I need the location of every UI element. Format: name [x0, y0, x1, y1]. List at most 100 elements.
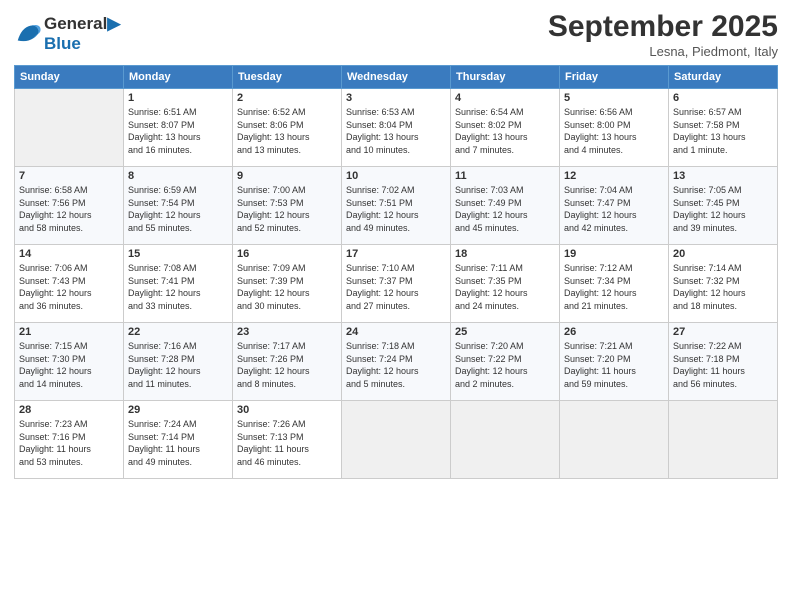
day-info: Sunrise: 7:18 AM Sunset: 7:24 PM Dayligh…: [346, 340, 446, 390]
day-info: Sunrise: 6:52 AM Sunset: 8:06 PM Dayligh…: [237, 106, 337, 156]
day-number: 30: [237, 404, 337, 416]
day-cell: [560, 401, 669, 479]
day-info: Sunrise: 7:09 AM Sunset: 7:39 PM Dayligh…: [237, 262, 337, 312]
day-info: Sunrise: 7:24 AM Sunset: 7:14 PM Dayligh…: [128, 418, 228, 468]
day-cell: 29 Sunrise: 7:24 AM Sunset: 7:14 PM Dayli…: [124, 401, 233, 479]
day-cell: 25 Sunrise: 7:20 AM Sunset: 7:22 PM Dayli…: [451, 323, 560, 401]
weekday-header-saturday: Saturday: [669, 66, 778, 89]
day-info: Sunrise: 6:58 AM Sunset: 7:56 PM Dayligh…: [19, 184, 119, 234]
day-cell: 30 Sunrise: 7:26 AM Sunset: 7:13 PM Dayli…: [233, 401, 342, 479]
logo: General▶ Blue: [14, 14, 120, 53]
day-cell: 11 Sunrise: 7:03 AM Sunset: 7:49 PM Dayli…: [451, 167, 560, 245]
day-cell: 7 Sunrise: 6:58 AM Sunset: 7:56 PM Daylig…: [15, 167, 124, 245]
day-info: Sunrise: 7:17 AM Sunset: 7:26 PM Dayligh…: [237, 340, 337, 390]
day-cell: 16 Sunrise: 7:09 AM Sunset: 7:39 PM Dayli…: [233, 245, 342, 323]
weekday-header-wednesday: Wednesday: [342, 66, 451, 89]
day-info: Sunrise: 7:12 AM Sunset: 7:34 PM Dayligh…: [564, 262, 664, 312]
day-cell: 18 Sunrise: 7:11 AM Sunset: 7:35 PM Dayli…: [451, 245, 560, 323]
day-cell: 17 Sunrise: 7:10 AM Sunset: 7:37 PM Dayli…: [342, 245, 451, 323]
day-cell: 19 Sunrise: 7:12 AM Sunset: 7:34 PM Dayli…: [560, 245, 669, 323]
day-info: Sunrise: 6:54 AM Sunset: 8:02 PM Dayligh…: [455, 106, 555, 156]
day-number: 17: [346, 248, 446, 260]
day-info: Sunrise: 7:20 AM Sunset: 7:22 PM Dayligh…: [455, 340, 555, 390]
header: General▶ Blue September 2025 Lesna, Pied…: [14, 10, 778, 59]
day-cell: 8 Sunrise: 6:59 AM Sunset: 7:54 PM Daylig…: [124, 167, 233, 245]
day-number: 22: [128, 326, 228, 338]
day-cell: 1 Sunrise: 6:51 AM Sunset: 8:07 PM Daylig…: [124, 89, 233, 167]
day-cell: 24 Sunrise: 7:18 AM Sunset: 7:24 PM Dayli…: [342, 323, 451, 401]
day-number: 14: [19, 248, 119, 260]
day-number: 8: [128, 170, 228, 182]
day-cell: 27Sunrise: 7:22 AM Sunset: 7:18 PM Dayli…: [669, 323, 778, 401]
day-number: 2: [237, 92, 337, 104]
day-info: Sunrise: 6:57 AM Sunset: 7:58 PM Dayligh…: [673, 106, 773, 156]
day-number: 19: [564, 248, 664, 260]
location-subtitle: Lesna, Piedmont, Italy: [548, 44, 778, 59]
day-cell: 21Sunrise: 7:15 AM Sunset: 7:30 PM Dayli…: [15, 323, 124, 401]
day-info: Sunrise: 7:00 AM Sunset: 7:53 PM Dayligh…: [237, 184, 337, 234]
weekday-header-tuesday: Tuesday: [233, 66, 342, 89]
day-info: Sunrise: 7:06 AM Sunset: 7:43 PM Dayligh…: [19, 262, 119, 312]
day-info: Sunrise: 7:05 AM Sunset: 7:45 PM Dayligh…: [673, 184, 773, 234]
logo-text: General▶ Blue: [44, 14, 120, 53]
day-number: 24: [346, 326, 446, 338]
day-number: 5: [564, 92, 664, 104]
day-number: 9: [237, 170, 337, 182]
month-title: September 2025: [548, 10, 778, 44]
day-info: Sunrise: 7:04 AM Sunset: 7:47 PM Dayligh…: [564, 184, 664, 234]
day-info: Sunrise: 7:03 AM Sunset: 7:49 PM Dayligh…: [455, 184, 555, 234]
day-number: 3: [346, 92, 446, 104]
week-row-5: 28Sunrise: 7:23 AM Sunset: 7:16 PM Dayli…: [15, 401, 778, 479]
day-info: Sunrise: 7:16 AM Sunset: 7:28 PM Dayligh…: [128, 340, 228, 390]
day-number: 6: [673, 92, 773, 104]
day-cell: 6 Sunrise: 6:57 AM Sunset: 7:58 PM Daylig…: [669, 89, 778, 167]
day-cell: 4 Sunrise: 6:54 AM Sunset: 8:02 PM Daylig…: [451, 89, 560, 167]
day-info: Sunrise: 7:26 AM Sunset: 7:13 PM Dayligh…: [237, 418, 337, 468]
day-cell: 5 Sunrise: 6:56 AM Sunset: 8:00 PM Daylig…: [560, 89, 669, 167]
day-cell: 22 Sunrise: 7:16 AM Sunset: 7:28 PM Dayli…: [124, 323, 233, 401]
day-cell: 14 Sunrise: 7:06 AM Sunset: 7:43 PM Dayli…: [15, 245, 124, 323]
day-number: 23: [237, 326, 337, 338]
day-info: Sunrise: 7:08 AM Sunset: 7:41 PM Dayligh…: [128, 262, 228, 312]
day-number: 13: [673, 170, 773, 182]
day-number: 7: [19, 170, 119, 182]
week-row-3: 14 Sunrise: 7:06 AM Sunset: 7:43 PM Dayli…: [15, 245, 778, 323]
day-number: 10: [346, 170, 446, 182]
day-info: Sunrise: 6:56 AM Sunset: 8:00 PM Dayligh…: [564, 106, 664, 156]
day-info: Sunrise: 7:21 AM Sunset: 7:20 PM Dayligh…: [564, 340, 664, 390]
calendar-table: SundayMondayTuesdayWednesdayThursdayFrid…: [14, 65, 778, 479]
day-number: 12: [564, 170, 664, 182]
day-cell: 20Sunrise: 7:14 AM Sunset: 7:32 PM Dayli…: [669, 245, 778, 323]
day-cell: [342, 401, 451, 479]
day-number: 11: [455, 170, 555, 182]
day-info: Sunrise: 7:11 AM Sunset: 7:35 PM Dayligh…: [455, 262, 555, 312]
page: General▶ Blue September 2025 Lesna, Pied…: [0, 0, 792, 612]
day-info: Sunrise: 6:59 AM Sunset: 7:54 PM Dayligh…: [128, 184, 228, 234]
day-number: 25: [455, 326, 555, 338]
day-cell: 2 Sunrise: 6:52 AM Sunset: 8:06 PM Daylig…: [233, 89, 342, 167]
day-cell: 3 Sunrise: 6:53 AM Sunset: 8:04 PM Daylig…: [342, 89, 451, 167]
day-info: Sunrise: 7:14 AM Sunset: 7:32 PM Dayligh…: [673, 262, 773, 312]
weekday-header-thursday: Thursday: [451, 66, 560, 89]
day-cell: 9 Sunrise: 7:00 AM Sunset: 7:53 PM Daylig…: [233, 167, 342, 245]
day-info: Sunrise: 7:23 AM Sunset: 7:16 PM Dayligh…: [19, 418, 119, 468]
day-info: Sunrise: 6:51 AM Sunset: 8:07 PM Dayligh…: [128, 106, 228, 156]
day-number: 26: [564, 326, 664, 338]
day-cell: 15Sunrise: 7:08 AM Sunset: 7:41 PM Dayli…: [124, 245, 233, 323]
day-cell: 26 Sunrise: 7:21 AM Sunset: 7:20 PM Dayli…: [560, 323, 669, 401]
day-number: 29: [128, 404, 228, 416]
week-row-4: 21Sunrise: 7:15 AM Sunset: 7:30 PM Dayli…: [15, 323, 778, 401]
week-row-2: 7 Sunrise: 6:58 AM Sunset: 7:56 PM Daylig…: [15, 167, 778, 245]
day-number: 1: [128, 92, 228, 104]
day-cell: 23 Sunrise: 7:17 AM Sunset: 7:26 PM Dayli…: [233, 323, 342, 401]
day-info: Sunrise: 7:10 AM Sunset: 7:37 PM Dayligh…: [346, 262, 446, 312]
day-number: 18: [455, 248, 555, 260]
title-block: September 2025 Lesna, Piedmont, Italy: [548, 10, 778, 59]
day-number: 4: [455, 92, 555, 104]
day-cell: 10Sunrise: 7:02 AM Sunset: 7:51 PM Dayli…: [342, 167, 451, 245]
day-cell: [15, 89, 124, 167]
day-number: 27: [673, 326, 773, 338]
day-number: 16: [237, 248, 337, 260]
day-cell: 13 Sunrise: 7:05 AM Sunset: 7:45 PM Dayli…: [669, 167, 778, 245]
day-info: Sunrise: 6:53 AM Sunset: 8:04 PM Dayligh…: [346, 106, 446, 156]
